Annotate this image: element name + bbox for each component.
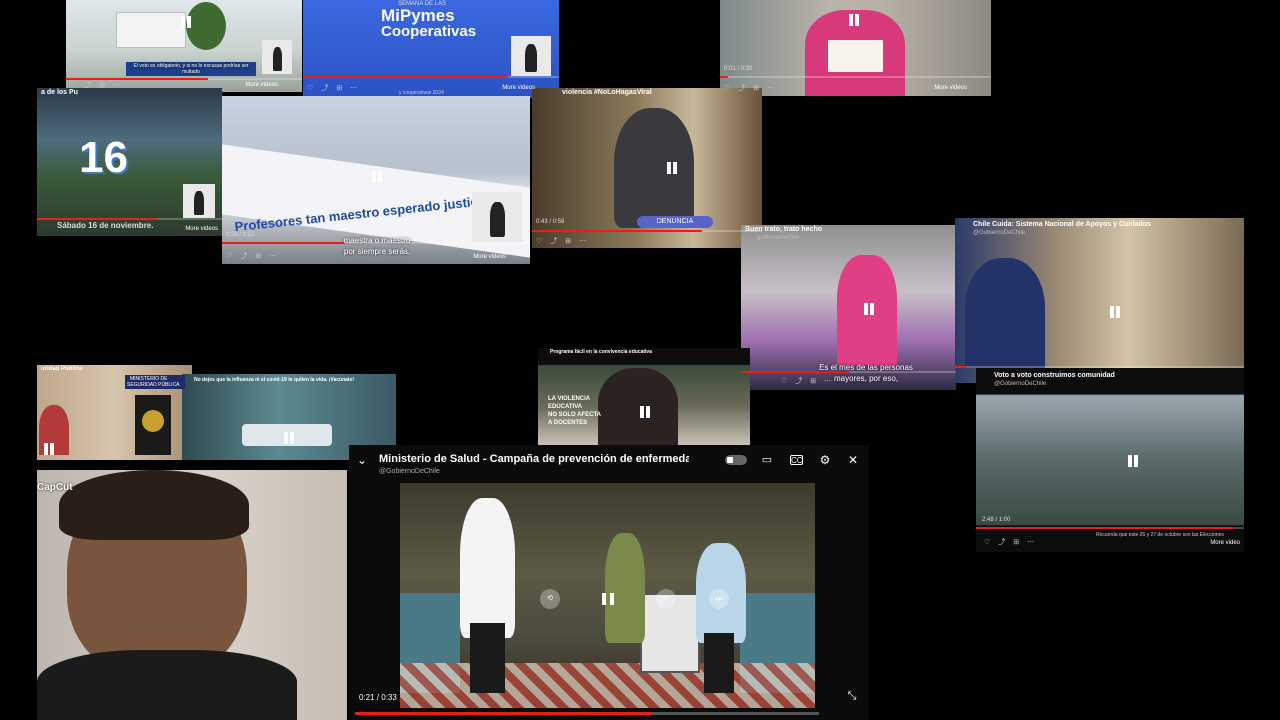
- tile-headline-2: Cooperativas: [381, 23, 477, 40]
- sign-language-interpreter: [511, 36, 551, 76]
- main-video-player[interactable]: ⌄ Ministerio de Salud - Campaña de preve…: [349, 445, 869, 720]
- pause-icon[interactable]: [861, 301, 877, 317]
- tile-actions: ♡ ⤴ ⊞ ⋯: [307, 85, 358, 92]
- caption-line-1: Es el mes de las personas: [819, 363, 913, 372]
- sign-language-interpreter: [183, 184, 215, 218]
- rewind-10-button[interactable]: ⟲: [540, 589, 560, 609]
- pause-icon[interactable]: [1125, 453, 1141, 469]
- video-tile-nina-dibujo[interactable]: 0:01 / 0:30 ♡ ⤴ ⊞ ⋯ More videos: [720, 0, 991, 96]
- progress-fill: [355, 712, 652, 715]
- pause-icon[interactable]: [599, 591, 617, 609]
- tile-title: Programa fácil en la convivencia educati…: [550, 349, 652, 355]
- denuncia-button[interactable]: DENUNCIA: [637, 216, 713, 228]
- video-tile-voto-obligatorio[interactable]: El voto es obligatorio, y si no lo excus…: [66, 0, 302, 92]
- more-videos-link[interactable]: More videos: [473, 254, 506, 260]
- pause-icon[interactable]: [846, 12, 862, 28]
- pause-icon[interactable]: [637, 404, 653, 420]
- video-tile-buen-trato[interactable]: Buen trato, trato hecho gobiernodechile …: [741, 225, 956, 390]
- tile-actions: ♡ ⤴ ⊞ ⋯: [984, 539, 1035, 546]
- tile-time: 0:29 / 1:12: [226, 232, 255, 238]
- tile-bottom-text: y cooperativas 2024: [399, 90, 444, 96]
- tile-channel: @GobiernoDeChile: [994, 381, 1047, 387]
- more-videos-link[interactable]: More videos: [245, 82, 278, 88]
- autoplay-toggle[interactable]: [725, 455, 747, 465]
- tile-title: violencia #NoLoHagasViral: [562, 89, 652, 96]
- tile-caption: Sábado 16 de noviembre.: [57, 221, 154, 230]
- share-icon: ⤴: [84, 82, 92, 89]
- video-tile-chile-cuida[interactable]: Chile Cuida: Sistema Nacional de Apoyos …: [955, 218, 1244, 383]
- pause-icon[interactable]: [178, 14, 194, 30]
- pause-icon[interactable]: [41, 441, 57, 457]
- caption-line-1: maestra o maestro: [343, 236, 411, 245]
- player-header: ⌄ Ministerio de Salud - Campaña de preve…: [349, 445, 869, 483]
- tile-time: 2:48 / 1:00: [982, 517, 1011, 523]
- tile-caption: Recuerda que este 26 y 27 de octubre son…: [1096, 532, 1224, 538]
- chevron-down-icon[interactable]: ⌄: [355, 453, 369, 467]
- video-time: 0:21 / 0:33: [359, 693, 397, 702]
- overlay-text-1: LA VIOLENCIA: [548, 396, 591, 402]
- cast-icon[interactable]: ▭: [760, 453, 774, 467]
- tile-title: No dejes que la influenza ni el covid-19…: [194, 377, 354, 383]
- caption-line-2: por siempre serás.: [343, 247, 411, 256]
- channel-name[interactable]: @GobiernoDeChile: [379, 468, 440, 475]
- tile-time: 0:43 / 0:58: [536, 219, 565, 225]
- pause-icon[interactable]: [281, 430, 297, 446]
- more-videos-link[interactable]: More videos: [502, 85, 535, 91]
- more-videos-link[interactable]: More video: [1210, 540, 1240, 546]
- overlay-text-2: EDUCATIVA: [548, 404, 583, 410]
- caption-line-2: mayores, por eso,: [833, 374, 899, 383]
- pause-icon[interactable]: [369, 169, 385, 185]
- progress-bar[interactable]: [355, 712, 819, 715]
- fullscreen-exit-icon[interactable]: ⤡: [845, 689, 859, 703]
- pause-icon[interactable]: [664, 160, 680, 176]
- tile-title: Voto a voto construimos comunidad: [994, 372, 1115, 379]
- big-number: 16: [79, 133, 128, 182]
- tile-time: 0:01 / 0:30: [724, 66, 753, 72]
- close-icon[interactable]: ✕: [846, 453, 860, 467]
- tile-channel: gobiernodechile: [757, 235, 800, 241]
- sign-language-interpreter: [472, 192, 522, 242]
- video-tile-sabado-16[interactable]: a de los Pu 16 Sábado 16 de noviembre. M…: [37, 88, 222, 236]
- next-icon[interactable]: ⏭: [709, 589, 729, 609]
- more-videos-link[interactable]: More videos: [185, 226, 218, 232]
- captions-icon[interactable]: CC: [790, 455, 803, 465]
- tile-actions: ♡ ⤴ ⊞ ⋯: [724, 85, 775, 92]
- video-tile-mipymes[interactable]: SEMANA DE LAS MiPymes Cooperativas y coo…: [303, 0, 559, 98]
- tile-title: Chile Cuida: Sistema Nacional de Apoyos …: [973, 221, 1151, 228]
- pause-icon[interactable]: [1107, 304, 1123, 320]
- tile-actions: ♡ ⤴ ⊞ ⋯: [536, 238, 587, 245]
- tile-title: a de los Pu: [41, 89, 78, 96]
- video-tile-profesores[interactable]: Profesores tan maestro esperado justicia…: [222, 96, 530, 264]
- video-title: Ministerio de Salud - Campaña de prevenc…: [379, 453, 689, 465]
- video-tile-voto-a-voto[interactable]: Voto a voto construimos comunidad @Gobie…: [976, 368, 1244, 552]
- video-tile-convivencia-educativa[interactable]: Programa fácil en la convivencia educati…: [538, 348, 750, 445]
- tile-channel: @GobiernoDeChile: [973, 230, 1026, 236]
- video-frame[interactable]: ⟲ ⟳ ⏭: [400, 483, 815, 708]
- capcut-webcam-overlay: CapCut: [37, 470, 347, 720]
- video-tile-no-lo-hagas-viral[interactable]: violencia #NoLoHagasViral DENUNCIA 0:43 …: [532, 88, 762, 248]
- tile-title: uridad Pública: [41, 366, 83, 372]
- save-icon: ⊞: [99, 82, 106, 89]
- sign-language-interpreter: [262, 40, 292, 74]
- tile-caption: El voto es obligatorio, y si no lo excus…: [133, 63, 249, 75]
- forward-10-button[interactable]: ⟳: [656, 589, 676, 609]
- tile-title: Buen trato, trato hecho: [745, 226, 823, 233]
- gear-icon[interactable]: ⚙: [818, 453, 832, 467]
- more-icon: ⋯: [113, 82, 121, 89]
- capcut-label: CapCut: [37, 482, 73, 493]
- video-tile-seguridad-publica[interactable]: uridad Pública MINISTERIO DE SEGURIDAD P…: [37, 365, 192, 460]
- overlay-text-4: A DOCENTES: [548, 420, 588, 426]
- more-videos-link[interactable]: More videos: [934, 85, 967, 91]
- tile-actions: ♡ ⤴ ⊞ ⋯: [226, 253, 277, 260]
- sign-text-2: SEGURIDAD PÚBLICA: [127, 382, 180, 388]
- overlay-text-3: NO SOLO AFECTA: [548, 412, 601, 418]
